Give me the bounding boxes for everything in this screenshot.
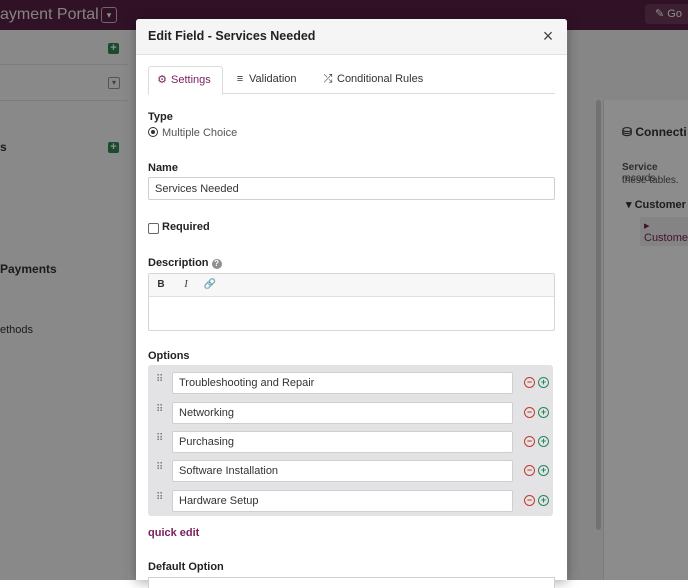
option-input[interactable] [172, 431, 513, 453]
add-option-icon[interactable]: + [538, 436, 549, 447]
quick-edit-link[interactable]: quick edit [148, 527, 199, 539]
drag-handle-icon[interactable]: ⠿ [156, 434, 164, 449]
add-option-icon[interactable]: + [538, 495, 549, 506]
option-input[interactable] [172, 460, 513, 482]
drag-handle-icon[interactable]: ⠿ [156, 375, 164, 390]
tab-settings[interactable]: ⚙ Settings [148, 66, 223, 95]
drag-handle-icon[interactable]: ⠿ [156, 405, 164, 420]
add-option-icon[interactable]: + [538, 377, 549, 388]
tab-conditional-rules[interactable]: ⤮ Conditional Rules [322, 66, 424, 93]
remove-option-icon[interactable]: − [524, 465, 535, 476]
drag-handle-icon[interactable]: ⠿ [156, 493, 164, 508]
edit-field-modal: Edit Field - Services Needed × ⚙ Settings… [136, 19, 567, 588]
list-item: ⠿ − + [148, 402, 553, 424]
type-radio[interactable]: Multiple Choice [148, 127, 237, 139]
required-label: Required [162, 221, 210, 233]
italic-button[interactable]: I [179, 278, 193, 292]
modal-header: Edit Field - Services Needed × [136, 19, 567, 55]
list-item: ⠿ − + [148, 490, 553, 512]
description-textarea[interactable] [149, 297, 554, 330]
editor-toolbar: B I 🔗 [149, 274, 554, 297]
type-value: Multiple Choice [162, 127, 238, 139]
default-option-select[interactable] [148, 577, 555, 588]
add-option-icon[interactable]: + [538, 465, 549, 476]
list-item: ⠿ − + [148, 431, 553, 453]
close-icon[interactable]: × [539, 27, 557, 46]
radio-selected-icon [148, 127, 158, 137]
description-label: Description? [148, 257, 222, 269]
options-label: Options [148, 350, 190, 362]
list-item: ⠿ − + [148, 460, 553, 482]
remove-option-icon[interactable]: − [524, 436, 535, 447]
tab-validation[interactable]: ≡ Validation [234, 66, 297, 93]
link-icon[interactable]: 🔗 [203, 278, 217, 292]
required-checkbox[interactable] [148, 223, 159, 234]
list-item: ⠿ − + [148, 372, 553, 394]
modal-title: Edit Field - Services Needed [148, 29, 316, 43]
name-input[interactable] [148, 177, 555, 200]
name-label: Name [148, 162, 178, 174]
remove-option-icon[interactable]: − [524, 495, 535, 506]
drag-handle-icon[interactable]: ⠿ [156, 463, 164, 478]
remove-option-icon[interactable]: − [524, 377, 535, 388]
remove-option-icon[interactable]: − [524, 407, 535, 418]
option-input[interactable] [172, 402, 513, 424]
branch-icon: ⤮ [323, 73, 333, 85]
gear-icon: ⚙ [157, 74, 167, 86]
validation-icon: ≡ [236, 73, 244, 85]
tab-bar: ⚙ Settings ≡ Validation ⤮ Conditional Rules [148, 66, 555, 95]
option-input[interactable] [172, 372, 513, 394]
options-list: ⠿ − + ⠿ − + ⠿ − + ⠿ − + ⠿ − + [148, 365, 553, 516]
option-input[interactable] [172, 490, 513, 512]
default-option-label: Default Option [148, 561, 224, 573]
description-editor: B I 🔗 [148, 273, 555, 331]
help-icon[interactable]: ? [211, 259, 222, 269]
add-option-icon[interactable]: + [538, 407, 549, 418]
bold-button[interactable]: B [154, 278, 168, 292]
type-label: Type [148, 111, 173, 123]
